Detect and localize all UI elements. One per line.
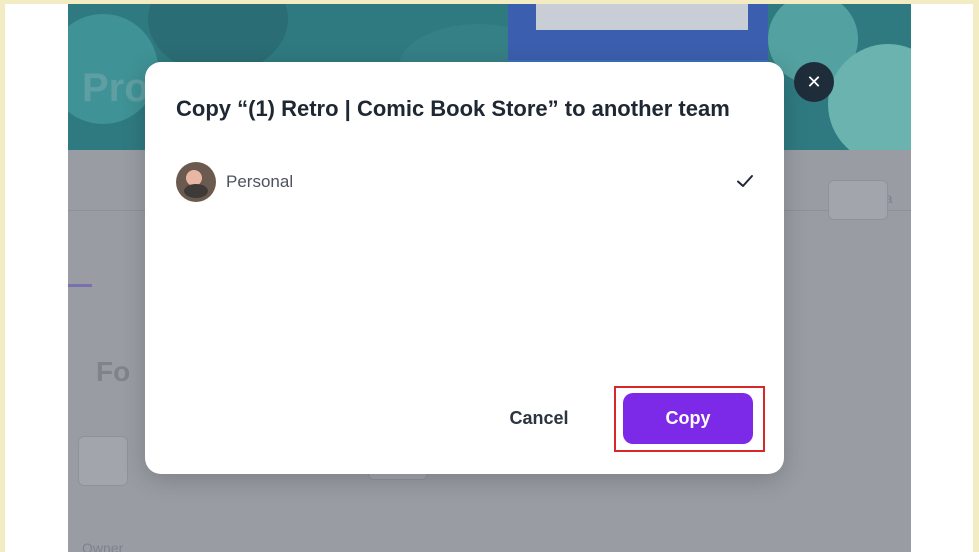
hero-decoration (536, 4, 748, 30)
dialog-title: Copy “(1) Retro | Comic Book Store” to a… (176, 96, 730, 121)
close-button[interactable]: ✕ (794, 62, 834, 102)
cancel-button[interactable]: Cancel (489, 395, 589, 441)
check-icon (737, 175, 753, 187)
background-tile (828, 180, 888, 220)
copy-to-team-dialog: Copy “(1) Retro | Comic Book Store” to a… (145, 62, 784, 474)
background-heading: Fo (96, 356, 131, 387)
team-option-personal[interactable]: Personal (176, 162, 756, 202)
background-tab-indicator (68, 284, 92, 287)
copy-button[interactable]: Copy (623, 393, 753, 444)
background-label: Owner (82, 540, 124, 552)
background-tile (78, 436, 128, 486)
team-option-label: Personal (226, 172, 294, 191)
close-icon: ✕ (806, 72, 822, 92)
background-hero-title: Pro (82, 66, 149, 110)
avatar (176, 162, 216, 202)
